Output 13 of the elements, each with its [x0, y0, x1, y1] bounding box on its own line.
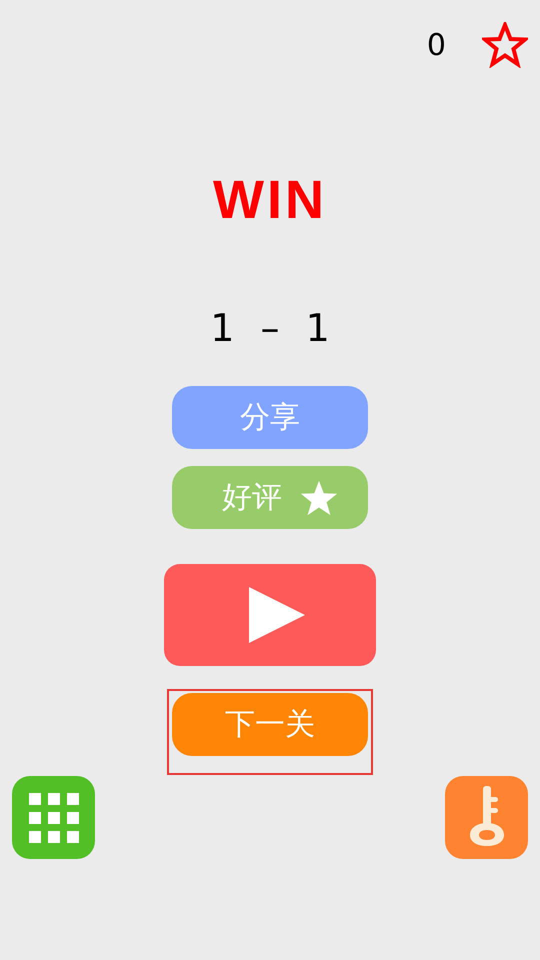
- grid-icon: [28, 792, 78, 842]
- level-number: 1 – 1: [210, 305, 330, 352]
- play-button[interactable]: [164, 564, 376, 666]
- rate-button[interactable]: 好评: [172, 466, 368, 529]
- score-counter: 0: [426, 28, 446, 62]
- play-icon: [249, 587, 305, 643]
- share-button[interactable]: 分享: [172, 386, 368, 449]
- hint-button[interactable]: [445, 776, 528, 859]
- result-title: WIN: [213, 169, 327, 232]
- next-level-button[interactable]: 下一关: [172, 693, 368, 756]
- level-grid-button[interactable]: [12, 776, 95, 859]
- star-icon: [300, 478, 338, 516]
- star-icon: [482, 22, 528, 68]
